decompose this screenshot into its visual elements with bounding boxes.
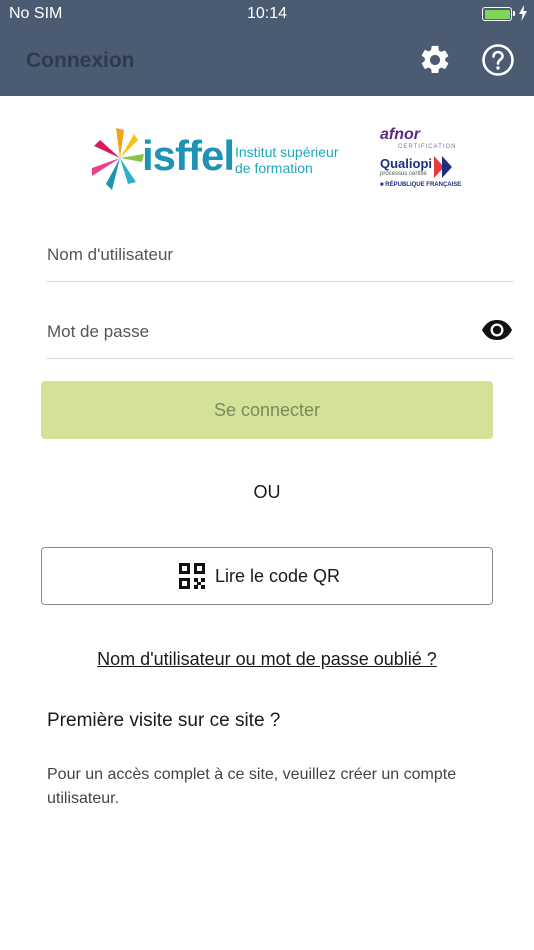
qualiopi-wordmark: Qualiopi (380, 156, 432, 171)
page-title: Connexion (26, 49, 135, 72)
isffel-tagline-2: de formation (235, 160, 313, 176)
nav-bar: Connexion (0, 28, 534, 96)
first-visit-heading: Première visite sur ce site ? (47, 710, 281, 731)
isffel-star-icon (92, 128, 144, 190)
qualiopi-logo: afnor CERTIFICATION Qualiopi processus c… (378, 126, 468, 192)
clock: 10:14 (246, 5, 288, 22)
qualiopi-arrows-icon (434, 156, 452, 178)
help-icon[interactable] (481, 43, 515, 77)
republique-francaise-label: ■ RÉPUBLIQUE FRANÇAISE (380, 182, 462, 188)
eye-icon[interactable] (481, 319, 513, 341)
qualiopi-process-label: processus certifié (380, 171, 427, 177)
gear-icon[interactable] (418, 43, 452, 77)
isffel-tagline-1: Institut supérieur (235, 144, 339, 160)
isffel-wordmark: isffel (142, 132, 235, 179)
password-field[interactable]: Mot de passe (47, 307, 513, 359)
battery-icon (482, 7, 515, 21)
login-button[interactable]: Se connecter (41, 381, 493, 439)
forgot-credentials-link[interactable]: Nom d'utilisateur ou mot de passe oublié… (0, 649, 534, 670)
isffel-logo: isffel Institut supérieur de formation (90, 124, 355, 194)
status-bar: No SIM 10:14 (0, 0, 534, 28)
username-field[interactable]: Nom d'utilisateur (47, 230, 513, 282)
charging-icon (519, 5, 527, 21)
first-visit-text: Pour un accès complet à ce site, veuille… (47, 766, 457, 807)
scan-qr-label: Lire le code QR (215, 566, 341, 586)
scan-qr-button[interactable]: Lire le code QR (41, 547, 493, 605)
afnor-wordmark: afnor (380, 126, 420, 143)
or-separator: OU (253, 482, 281, 502)
username-placeholder: Nom d'utilisateur (47, 245, 174, 264)
afnor-certification-label: CERTIFICATION (398, 144, 457, 150)
password-placeholder: Mot de passe (47, 322, 150, 341)
qr-code-icon (179, 563, 205, 589)
